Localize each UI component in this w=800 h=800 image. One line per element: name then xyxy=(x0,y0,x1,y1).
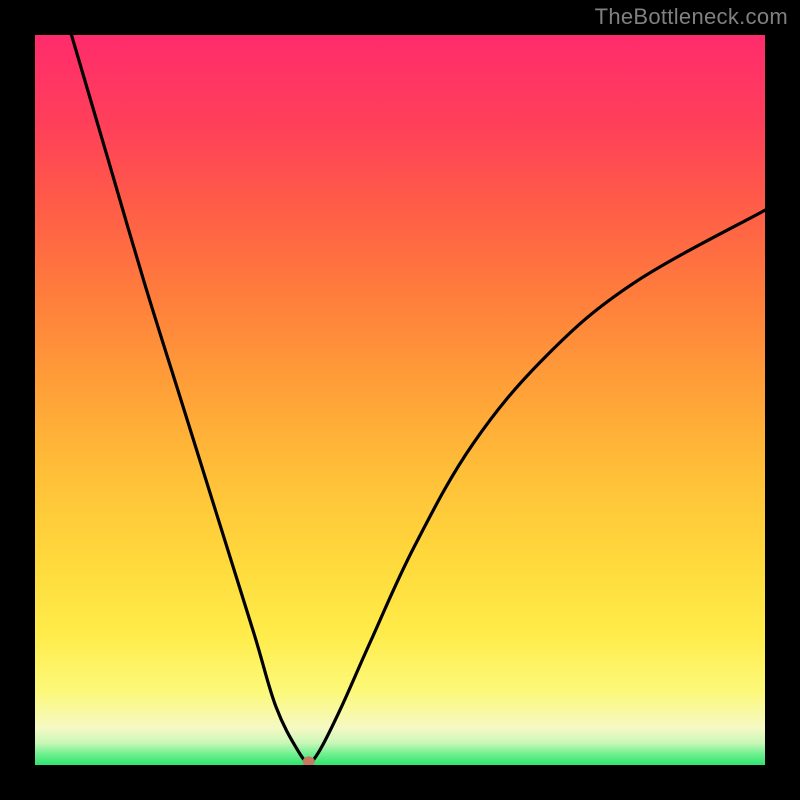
chart-svg xyxy=(35,35,765,765)
watermark-text: TheBottleneck.com xyxy=(595,4,788,30)
bottleneck-curve xyxy=(72,35,766,761)
minimum-marker xyxy=(303,756,315,765)
chart-plot-area xyxy=(35,35,765,765)
